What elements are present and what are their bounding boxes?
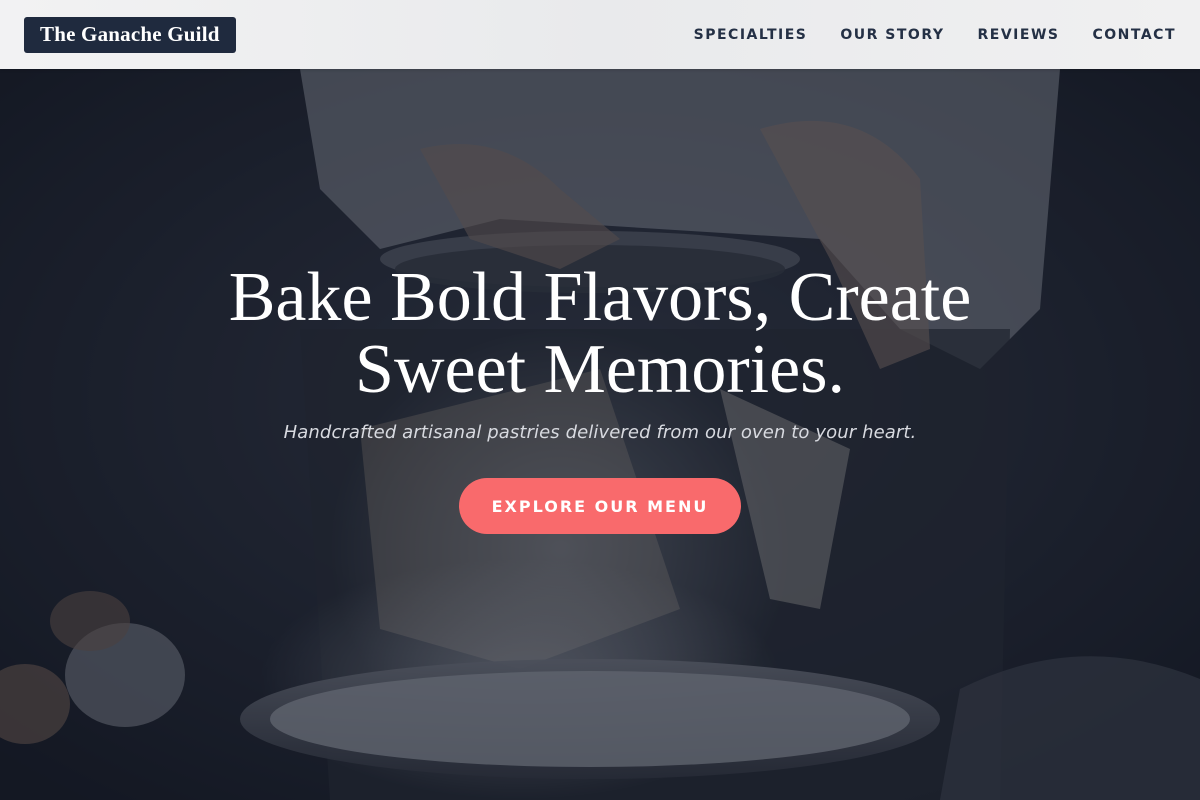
- hero-headline: Bake Bold Flavors, Create Sweet Memories…: [228, 259, 972, 408]
- site-logo[interactable]: The Ganache Guild: [24, 16, 236, 53]
- hero-section: Bake Bold Flavors, Create Sweet Memories…: [0, 69, 1200, 800]
- explore-menu-button[interactable]: EXPLORE OUR MENU: [459, 478, 741, 534]
- main-nav: SPECIALTIES OUR STORY REVIEWS CONTACT: [694, 27, 1176, 43]
- nav-link-contact[interactable]: CONTACT: [1092, 27, 1176, 43]
- nav-link-reviews[interactable]: REVIEWS: [978, 27, 1060, 43]
- nav-link-specialties[interactable]: SPECIALTIES: [694, 27, 808, 43]
- nav-link-our-story[interactable]: OUR STORY: [840, 27, 944, 43]
- site-header: The Ganache Guild SPECIALTIES OUR STORY …: [0, 0, 1200, 69]
- hero-subheadline: Handcrafted artisanal pastries delivered…: [283, 422, 917, 443]
- hero-content: Bake Bold Flavors, Create Sweet Memories…: [0, 69, 1200, 800]
